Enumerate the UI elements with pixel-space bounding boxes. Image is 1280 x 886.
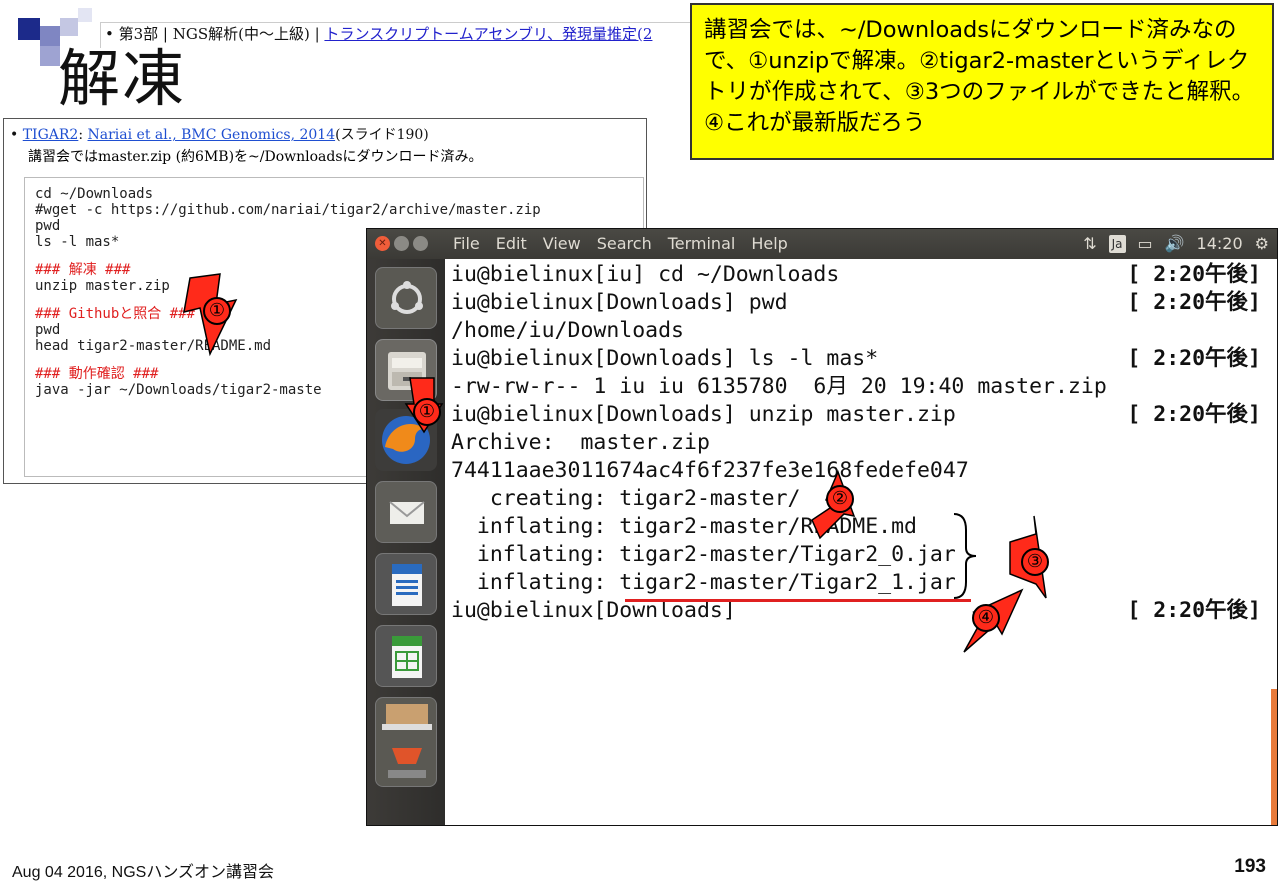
title-decoration-square — [60, 18, 78, 36]
menu-file[interactable]: File — [453, 234, 480, 253]
menu-help[interactable]: Help — [751, 234, 787, 253]
terminal-line: iu@bielinux[Downloads] pwd[ 2:20午後] — [451, 290, 1261, 315]
terminal-screen[interactable]: iu@bielinux[iu] cd ~/Downloads[ 2:20午後] … — [445, 259, 1277, 825]
terminal-line: -rw-rw-r-- 1 iu iu 6135780 6月 20 19:40 m… — [451, 374, 1107, 399]
timestamp: [ 2:20午後] — [1127, 402, 1261, 427]
menu-edit[interactable]: Edit — [496, 234, 527, 253]
scrollbar[interactable] — [1271, 689, 1277, 825]
bullet-tail: (スライド190) — [335, 127, 429, 143]
menu-terminal[interactable]: Terminal — [668, 234, 736, 253]
menu-view[interactable]: View — [543, 234, 581, 253]
code-line: cd ~/Downloads — [35, 186, 154, 202]
system-tray: ⇅ Ja ▭ 🔊 14:20 ⚙ — [1071, 234, 1269, 253]
timestamp: [ 2:20午後] — [1127, 598, 1261, 623]
maximize-icon[interactable] — [413, 236, 428, 251]
menu-bar: ✕ File Edit View Search Terminal Help ⇅ … — [367, 229, 1277, 259]
menu-search[interactable]: Search — [597, 234, 652, 253]
marker-1-terminal: ① — [413, 398, 441, 426]
paper-link[interactable]: Nariai et al., BMC Genomics, 2014 — [88, 127, 336, 143]
terminal-line: iu@bielinux[iu] cd ~/Downloads[ 2:20午後] — [451, 262, 1261, 287]
terminal-line: inflating: tigar2-master/Tigar2_1.jar — [451, 570, 956, 595]
software-center-icon[interactable] — [375, 697, 437, 787]
title-decoration-square — [78, 8, 92, 22]
volume-icon[interactable]: 🔊 — [1165, 234, 1185, 253]
title-decoration-square — [40, 26, 60, 46]
code-line: #wget -c https://github.com/nariai/tigar… — [35, 202, 541, 218]
minimize-icon[interactable] — [394, 236, 409, 251]
explanation-callout: 講習会では、~/Downloadsにダウンロード済みなので、①unzipで解凍。… — [690, 3, 1274, 160]
battery-icon[interactable]: ▭ — [1138, 234, 1153, 253]
page-number: 193 — [1234, 856, 1266, 877]
close-icon[interactable]: ✕ — [375, 236, 390, 251]
mail-icon[interactable] — [375, 481, 437, 543]
settings-gear-icon[interactable]: ⚙ — [1255, 234, 1269, 253]
launcher-dock — [367, 259, 445, 825]
timestamp: [ 2:20午後] — [1127, 290, 1261, 315]
terminal-line: iu@bielinux[Downloads] ls -l mas*[ 2:20午… — [451, 346, 1261, 371]
footer-text: Aug 04 2016, NGSハンズオン講習会 — [12, 864, 274, 881]
terminal-line: iu@bielinux[Downloads] unzip master.zip[… — [451, 402, 1261, 427]
bullet-separator: : — [78, 127, 88, 143]
marker-3: ③ — [1021, 548, 1049, 576]
input-method-indicator[interactable]: Ja — [1108, 234, 1126, 253]
terminal-line: /home/iu/Downloads — [451, 318, 684, 343]
marker-1-doc: ① — [203, 297, 231, 325]
breadcrumb-prefix: • 第3部 | NGS解析(中～上級) | — [105, 25, 325, 43]
slide-title: 解凍 — [58, 42, 187, 115]
marker-4: ④ — [972, 604, 1000, 632]
timestamp: [ 2:20午後] — [1127, 346, 1261, 371]
underline-highlight — [625, 599, 971, 602]
tigar2-link[interactable]: TIGAR2 — [23, 127, 79, 143]
breadcrumb: • 第3部 | NGS解析(中～上級) | トランスクリプトームアセンブリ、発現… — [100, 22, 690, 48]
timestamp: [ 2:20午後] — [1127, 262, 1261, 287]
reference-bullet: • TIGAR2: Nariai et al., BMC Genomics, 2… — [10, 127, 429, 143]
ubuntu-dash-icon[interactable] — [375, 267, 437, 329]
breadcrumb-link[interactable]: トランスクリプトームアセンブリ、発現量推定(2 — [324, 25, 652, 43]
terminal-line: Archive: master.zip — [451, 430, 710, 455]
clock[interactable]: 14:20 — [1197, 234, 1243, 253]
calc-icon[interactable] — [375, 625, 437, 687]
writer-icon[interactable] — [375, 553, 437, 615]
network-icon[interactable]: ⇅ — [1083, 234, 1096, 253]
title-decoration-square — [40, 46, 60, 66]
download-note: 講習会ではmaster.zip (約6MB)を~/Downloadsにダウンロー… — [28, 149, 483, 165]
terminal-line: inflating: tigar2-master/Tigar2_0.jar — [451, 542, 956, 567]
marker-2: ② — [826, 485, 854, 513]
title-decoration-square — [18, 18, 40, 40]
